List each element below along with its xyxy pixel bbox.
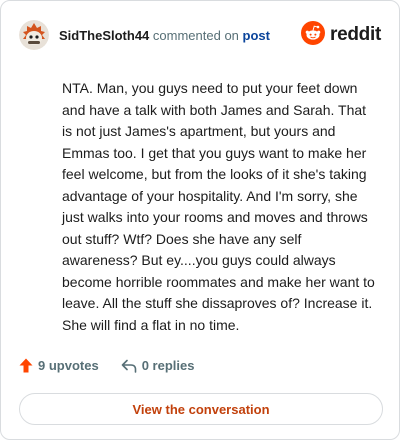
view-conversation-button[interactable]: View the conversation xyxy=(19,393,383,425)
reddit-logo-icon xyxy=(301,20,326,50)
replies-stat[interactable]: 0 replies xyxy=(121,358,195,373)
comment-body: NTA. Man, you guys need to put your feet… xyxy=(62,80,375,333)
upvotes-stat[interactable]: 9 upvotes xyxy=(19,358,99,373)
reply-arrow-icon xyxy=(121,359,136,373)
upvotes-count: 9 upvotes xyxy=(38,358,99,373)
replies-count: 0 replies xyxy=(141,358,195,373)
comment-action-text: commented on xyxy=(152,27,239,43)
comment-embed-card: SidTheSloth44 commented on post reddit N… xyxy=(0,0,400,440)
reddit-brand[interactable]: reddit xyxy=(301,20,381,50)
comment-header: SidTheSloth44 commented on post reddit xyxy=(19,17,381,53)
comment-author[interactable]: SidTheSloth44 xyxy=(59,28,149,43)
comment-stats: 9 upvotes 0 replies xyxy=(19,358,194,373)
reddit-wordmark: reddit xyxy=(330,24,381,45)
comment-meta: SidTheSloth44 commented on post xyxy=(59,28,270,43)
snoo-avatar-icon[interactable] xyxy=(19,20,49,50)
upvote-arrow-icon xyxy=(19,358,33,373)
post-link[interactable]: post xyxy=(243,28,270,43)
